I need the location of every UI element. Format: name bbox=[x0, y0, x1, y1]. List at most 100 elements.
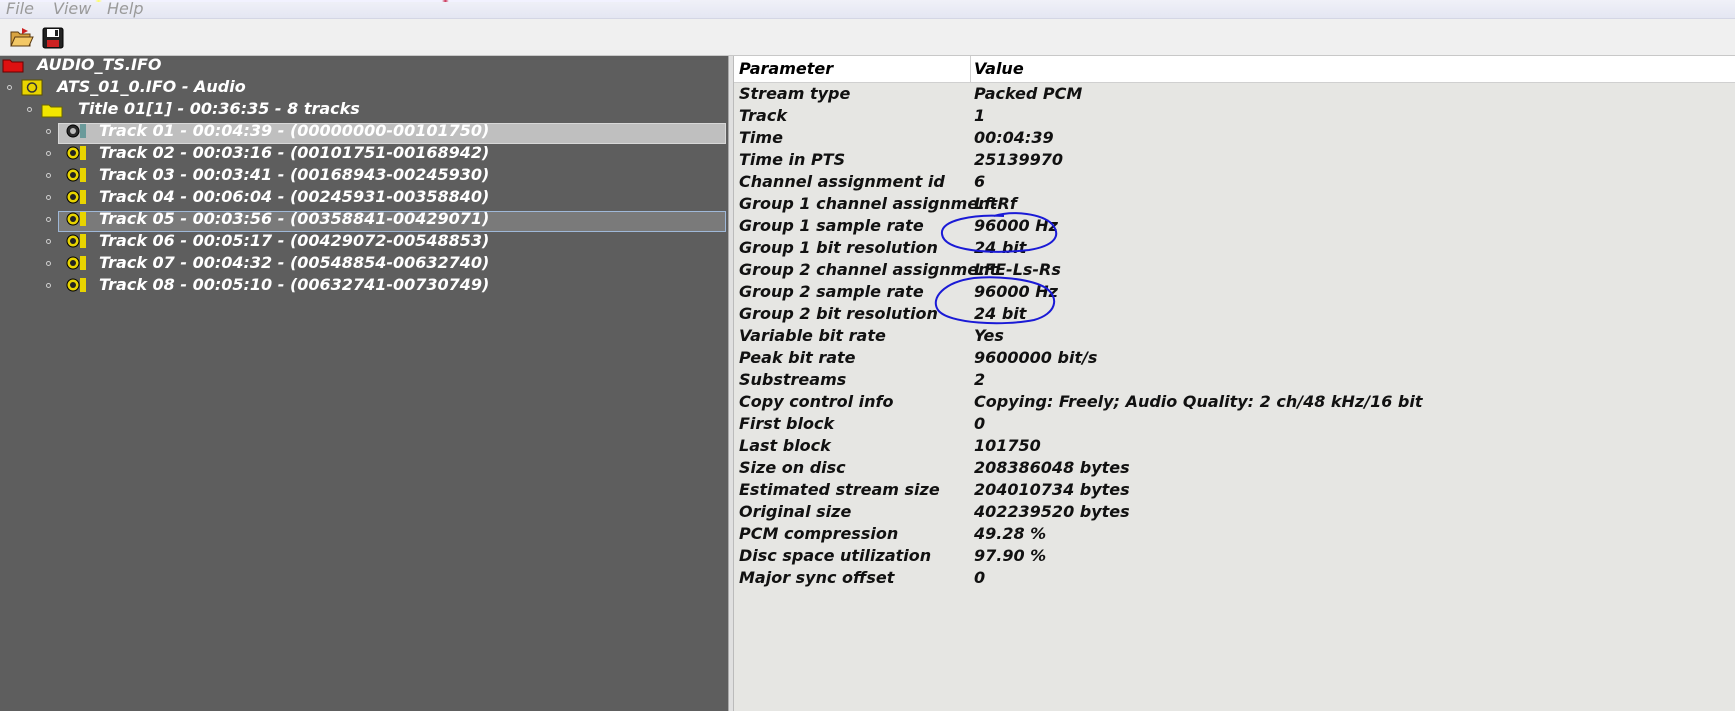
expander-dot[interactable] bbox=[7, 85, 12, 90]
tree-node-ats[interactable]: ATS_01_0.IFO - Audio bbox=[0, 76, 700, 98]
tree-node-label: Track 08 - 00:05:10 - (00632741-00730749… bbox=[99, 275, 490, 294]
property-row[interactable]: Stream type Packed PCM bbox=[734, 84, 1735, 106]
property-name: Disc space utilization bbox=[739, 546, 932, 565]
property-row[interactable]: Channel assignment id 6 bbox=[734, 172, 1735, 194]
property-value: 208386048 bytes bbox=[974, 458, 1130, 477]
menu-file[interactable]: File bbox=[6, 0, 34, 18]
property-row[interactable]: Copy control info Copying: Freely; Audio … bbox=[734, 392, 1735, 414]
audio-track-icon bbox=[66, 190, 86, 204]
menu-help[interactable]: Help bbox=[107, 0, 143, 18]
tree-track-08[interactable]: Track 08 - 00:05:10 - (00632741-00730749… bbox=[0, 274, 726, 296]
tree-node-label: ATS_01_0.IFO - Audio bbox=[57, 77, 246, 96]
tree-node-label: Track 01 - 00:04:39 - (00000000-00101750… bbox=[99, 121, 490, 140]
expander-dot[interactable] bbox=[46, 283, 51, 288]
property-row[interactable]: Major sync offset 0 bbox=[734, 568, 1735, 590]
property-value: 24 bit bbox=[974, 238, 1027, 257]
property-row[interactable]: Group 2 sample rate 96000 Hz bbox=[734, 282, 1735, 304]
tree-track-02[interactable]: Track 02 - 00:03:16 - (00101751-00168942… bbox=[0, 142, 726, 164]
properties-panel: Parameter Value Stream type Packed PCM Tra… bbox=[734, 56, 1735, 711]
tree-track-07[interactable]: Track 07 - 00:04:32 - (00548854-00632740… bbox=[0, 252, 726, 274]
property-name: Time bbox=[739, 128, 783, 147]
save-button[interactable] bbox=[40, 25, 66, 51]
property-row[interactable]: PCM compression 49.28 % bbox=[734, 524, 1735, 546]
expander-dot[interactable] bbox=[46, 151, 51, 156]
toolbar bbox=[0, 19, 1735, 56]
property-value: Yes bbox=[974, 326, 1004, 345]
tree-node-title[interactable]: Title 01[1] - 00:36:35 - 8 tracks bbox=[0, 98, 700, 120]
tree-track-01[interactable]: Track 01 - 00:04:39 - (00000000-00101750… bbox=[0, 120, 726, 142]
property-row[interactable]: Estimated stream size 204010734 bytes bbox=[734, 480, 1735, 502]
property-value: 25139970 bbox=[974, 150, 1064, 169]
menu-view[interactable]: View bbox=[53, 0, 91, 18]
property-row[interactable]: Group 1 channel assignment Lf-Rf bbox=[734, 194, 1735, 216]
property-name: First block bbox=[739, 414, 835, 433]
property-row[interactable]: Track 1 bbox=[734, 106, 1735, 128]
audio-track-icon bbox=[66, 212, 86, 226]
expander-dot[interactable] bbox=[46, 173, 51, 178]
property-row[interactable]: Time 00:04:39 bbox=[734, 128, 1735, 150]
property-value: 96000 Hz bbox=[974, 216, 1058, 235]
column-divider[interactable] bbox=[970, 56, 971, 82]
property-name: Group 1 sample rate bbox=[739, 216, 924, 235]
open-button[interactable] bbox=[8, 25, 34, 51]
title-strip bbox=[0, 0, 680, 2]
property-name: Group 2 bit resolution bbox=[739, 304, 938, 323]
expander-dot[interactable] bbox=[46, 217, 51, 222]
property-value: 0 bbox=[974, 414, 986, 433]
tree-track-06[interactable]: Track 06 - 00:05:17 - (00429072-00548853… bbox=[0, 230, 726, 252]
tree-node-root[interactable]: AUDIO_TS.IFO bbox=[0, 54, 700, 76]
property-name: Major sync offset bbox=[739, 568, 895, 587]
column-header-value[interactable]: Value bbox=[974, 59, 1024, 78]
property-name: Estimated stream size bbox=[739, 480, 940, 499]
menu-bar: File View Help bbox=[0, 0, 1735, 19]
expander-dot[interactable] bbox=[46, 129, 51, 134]
property-row[interactable]: Disc space utilization 97.90 % bbox=[734, 546, 1735, 568]
expander-dot[interactable] bbox=[27, 107, 32, 112]
property-row[interactable]: Time in PTS 25139970 bbox=[734, 150, 1735, 172]
property-name: Group 2 channel assignment bbox=[739, 260, 998, 279]
property-row[interactable]: Original size 402239520 bytes bbox=[734, 502, 1735, 524]
expander-dot[interactable] bbox=[46, 239, 51, 244]
property-row[interactable]: Size on disc 208386048 bytes bbox=[734, 458, 1735, 480]
property-name: Last block bbox=[739, 436, 831, 455]
yellow-folder-icon bbox=[41, 104, 63, 118]
audio-track-icon bbox=[66, 168, 86, 182]
tree-track-05[interactable]: Track 05 - 00:03:56 - (00358841-00429071… bbox=[0, 208, 726, 230]
property-row[interactable]: First block 0 bbox=[734, 414, 1735, 436]
tree-track-04[interactable]: Track 04 - 00:06:04 - (00245931-00358840… bbox=[0, 186, 726, 208]
tree-node-label: Track 07 - 00:04:32 - (00548854-00632740… bbox=[99, 253, 490, 272]
property-value: 402239520 bytes bbox=[974, 502, 1130, 521]
property-name: Size on disc bbox=[739, 458, 846, 477]
property-row[interactable]: Last block 101750 bbox=[734, 436, 1735, 458]
property-row[interactable]: Group 1 bit resolution 24 bit bbox=[734, 238, 1735, 260]
property-name: Substreams bbox=[739, 370, 847, 389]
property-value: 00:04:39 bbox=[974, 128, 1054, 147]
property-value: 1 bbox=[974, 106, 986, 125]
tree-track-03[interactable]: Track 03 - 00:03:41 - (00168943-00245930… bbox=[0, 164, 726, 186]
audio-track-icon bbox=[66, 278, 86, 292]
property-row[interactable]: Group 2 bit resolution 24 bit bbox=[734, 304, 1735, 326]
property-name: Group 1 channel assignment bbox=[739, 194, 998, 213]
property-value: 9600000 bit/s bbox=[974, 348, 1098, 367]
property-value: 2 bbox=[974, 370, 986, 389]
property-row[interactable]: Peak bit rate 9600000 bit/s bbox=[734, 348, 1735, 370]
property-value: 24 bit bbox=[974, 304, 1027, 323]
column-header-parameter[interactable]: Parameter bbox=[739, 59, 833, 78]
property-name: Time in PTS bbox=[739, 150, 846, 169]
property-value: 6 bbox=[974, 172, 986, 191]
property-name: Track bbox=[739, 106, 787, 125]
property-value: Lf-Rf bbox=[974, 194, 1017, 213]
property-row[interactable]: Substreams 2 bbox=[734, 370, 1735, 392]
property-row[interactable]: Group 2 channel assignment LFE-Ls-Rs bbox=[734, 260, 1735, 282]
expander-dot[interactable] bbox=[46, 261, 51, 266]
properties-header: Parameter Value bbox=[734, 56, 1735, 83]
expander-dot[interactable] bbox=[46, 195, 51, 200]
property-name: Variable bit rate bbox=[739, 326, 886, 345]
property-value: 97.90 % bbox=[974, 546, 1047, 565]
property-row[interactable]: Group 1 sample rate 96000 Hz bbox=[734, 216, 1735, 238]
tree-panel[interactable]: AUDIO_TS.IFO ATS_01_0.IFO - Audio Title … bbox=[0, 54, 728, 711]
property-value: 0 bbox=[974, 568, 986, 587]
audio-track-icon bbox=[66, 234, 86, 248]
tree-node-label: Track 04 - 00:06:04 - (00245931-00358840… bbox=[99, 187, 490, 206]
property-row[interactable]: Variable bit rate Yes bbox=[734, 326, 1735, 348]
